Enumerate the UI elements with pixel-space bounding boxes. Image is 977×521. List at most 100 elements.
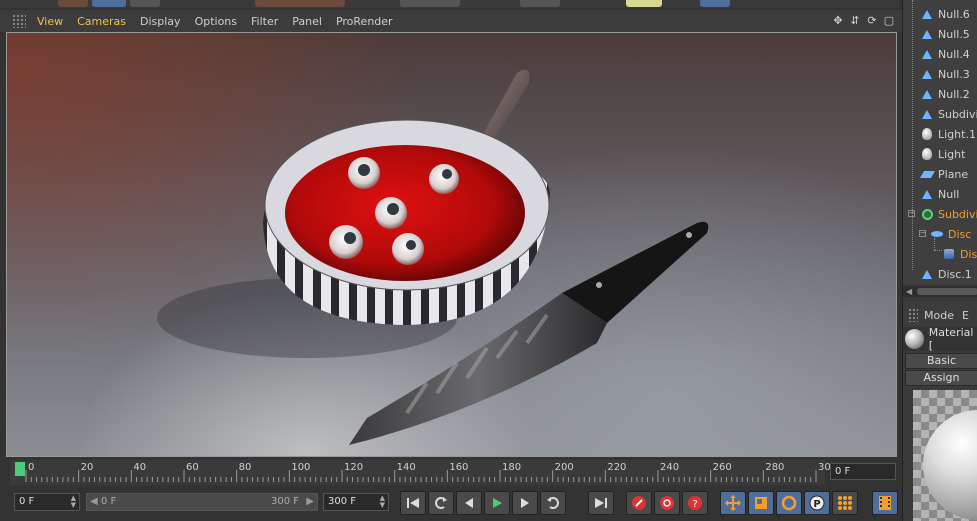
object-row[interactable]: Null.3 [903,64,977,84]
frame-range-slider[interactable]: ◀ 0 F 300 F ▶ [86,493,318,511]
zoom-view-icon[interactable]: ⇵ [848,14,862,28]
menu-edit[interactable]: E [962,309,969,322]
grip-handle-icon[interactable] [12,14,26,28]
go-to-end-button[interactable] [588,491,614,515]
grip-handle-icon[interactable] [908,308,918,322]
current-frame-field[interactable]: 0 F [830,463,896,480]
tick-label: 0 [28,462,35,473]
material-name: Material [ [928,326,974,352]
material-preview-sphere [923,410,977,520]
menu-panel[interactable]: Panel [292,15,322,28]
play-forward-button[interactable] [484,491,510,515]
object-row[interactable]: Null.4 [903,44,977,64]
horizontal-scrollbar[interactable]: ◀ [903,286,977,297]
tick-label: 260 [712,462,732,473]
timeline-window-button[interactable] [872,491,898,515]
material-ball-icon [905,329,924,349]
record-keys-button[interactable] [626,491,652,515]
ruler-tick-marks [25,470,817,482]
autokey-button[interactable] [654,491,680,515]
scrollbar-thumb[interactable] [917,288,977,295]
material-header: Material [ [903,326,977,352]
3d-viewport[interactable] [6,32,897,457]
toolbar-button[interactable] [520,0,560,7]
go-to-start-button[interactable] [400,491,426,515]
move-view-icon[interactable]: ✥ [831,14,845,28]
object-row[interactable]: Null [903,184,977,204]
previous-frame-button[interactable] [456,491,482,515]
menu-display[interactable]: Display [140,15,181,28]
scale-key-button[interactable] [748,491,774,515]
object-row[interactable]: Light [903,144,977,164]
null-icon [921,68,933,80]
menu-cameras[interactable]: Cameras [77,15,126,28]
object-row[interactable]: Light.1 [903,124,977,144]
tab-basic[interactable]: Basic [905,353,977,369]
previous-frame-icon [465,498,473,508]
light-icon [921,148,933,160]
timeline-ruler[interactable]: 0 20 40 60 80 100 120 140 160 180 200 220 240 260 280 3… [10,460,837,485]
toolbar-button[interactable] [130,0,160,7]
tick-label: 180 [502,462,522,473]
tick-label: 200 [554,462,574,473]
object-row[interactable]: Null.6 [903,4,977,24]
object-row[interactable]: Null.5 [903,24,977,44]
next-key-icon [547,497,559,509]
spinner-icon[interactable]: ▲ ▼ [380,495,385,509]
menu-view[interactable]: View [37,15,63,28]
null-icon [921,108,933,120]
next-frame-button[interactable] [512,491,538,515]
start-frame-field[interactable]: 0 F ▲ ▼ [14,493,80,511]
next-key-button[interactable] [540,491,566,515]
keyframe-selection-button[interactable]: ? [682,491,708,515]
material-tag-icon [943,248,955,260]
object-row-selected[interactable]: Dis [903,244,977,264]
end-frame-field[interactable]: 300 F ▲ ▼ [323,493,389,511]
object-row[interactable]: Plane [903,164,977,184]
object-row[interactable]: Null.2 [903,84,977,104]
previous-key-icon [435,497,447,509]
spinner-icon[interactable]: ▲ ▼ [71,495,76,509]
toolbar-button[interactable] [626,0,662,7]
toolbar-button[interactable] [58,0,88,7]
parameter-p-icon: P [809,495,825,511]
tick-label: 280 [765,462,785,473]
top-toolbar-strip [0,0,900,8]
tick-label: 40 [133,462,147,473]
menu-mode[interactable]: Mode [924,309,954,322]
maximize-view-icon[interactable]: ▢ [882,14,896,28]
point-grid-icon [838,496,852,510]
object-row-selected[interactable]: Disc [903,224,977,244]
rotation-key-button[interactable] [776,491,802,515]
toolbar-button[interactable] [92,0,126,7]
rotate-view-icon[interactable]: ⟳ [865,14,879,28]
menu-filter[interactable]: Filter [251,15,278,28]
svg-text:P: P [813,499,820,510]
range-left-arrow-icon[interactable]: ◀ [90,494,98,510]
tick-label: 140 [396,462,416,473]
attribute-manager-menu: Mode E [903,304,977,326]
material-preview [913,390,977,521]
point-level-key-button[interactable] [832,491,858,515]
move-arrows-icon [725,495,741,511]
object-row[interactable]: Subdivi [903,104,977,124]
scroll-left-icon[interactable]: ◀ [906,287,912,296]
parameter-key-button[interactable]: P [804,491,830,515]
range-right-arrow-icon[interactable]: ▶ [306,494,314,510]
tick-label: 80 [238,462,252,473]
position-key-button[interactable] [720,491,746,515]
right-panel: Null.6 Null.5 Null.4 Null.3 Null.2 Subdi… [902,0,977,521]
autokey-icon [660,496,674,510]
menu-prorender[interactable]: ProRender [336,15,393,28]
object-row-selected[interactable]: Subdivi [903,204,977,224]
next-frame-icon [521,498,529,508]
previous-key-button[interactable] [428,491,454,515]
playhead[interactable] [15,462,25,476]
tab-assign[interactable]: Assign [905,370,977,386]
object-row[interactable]: Disc.1 [903,264,977,284]
null-icon [921,268,933,280]
toolbar-button[interactable] [255,0,345,7]
toolbar-button[interactable] [400,0,460,7]
menu-options[interactable]: Options [195,15,237,28]
toolbar-button[interactable] [700,0,730,7]
